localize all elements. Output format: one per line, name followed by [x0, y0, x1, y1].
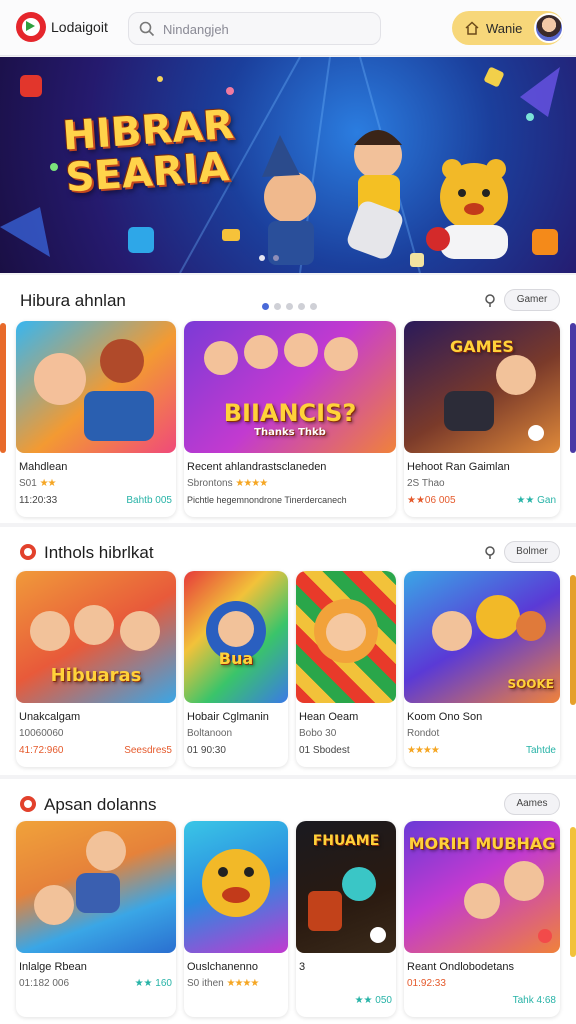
game-stats: 01 90:30 [187, 745, 226, 756]
game-rating: ★★★★ [407, 745, 440, 756]
game-thumbnail: BIIANCIS? Thanks Thkb [184, 321, 396, 453]
brand-name: Lodaigoit [51, 19, 108, 35]
section-header: Inthols hibrlkat [20, 543, 154, 565]
game-card[interactable]: Inlalge Rbean 01:182 006 ★★ 160 [16, 821, 176, 1017]
game-meta: 2S Thao [407, 478, 445, 489]
game-card[interactable]: SOOKE Koom Ono Son Rondot ★★★★ Tahtde [404, 571, 560, 767]
game-title: Hobair Cglmanin [187, 711, 269, 723]
game-badge: Seesdres5 [124, 745, 172, 756]
section-apsan-dolanns: Apsan dolanns Aames Inlalge Rbean 01:182… [0, 779, 576, 1024]
game-meta: 01:92:33 [407, 978, 446, 989]
carousel-next-peek [570, 827, 576, 957]
thumbnail-logo: MORIH MUBHAG [408, 834, 556, 853]
game-meta: S01 ★★ [19, 478, 57, 489]
thumbnail-logo: SOOKE [507, 677, 554, 691]
carousel-prev-peek [0, 323, 6, 453]
game-title: Mahdlean [19, 461, 68, 473]
game-thumbnail [184, 821, 288, 953]
game-title: 3 [299, 961, 306, 973]
game-card[interactable]: Hibuaras Unakcalgam 10060060 41:72:960 S… [16, 571, 176, 767]
section-more-button[interactable]: Aames [504, 793, 560, 815]
game-thumbnail: MORIH MUBHAG [404, 821, 560, 953]
game-card[interactable]: Ouslchanenno S0 ithen ★★★★ [184, 821, 288, 1017]
thumbnail-logo: FHUAME [312, 833, 380, 849]
game-stats: 11:20:33 [19, 495, 58, 506]
search-icon [139, 21, 155, 37]
hero-title: HIBRAR SEARIA [61, 101, 236, 202]
section-more-button[interactable]: Gamer [504, 289, 560, 311]
user-name: Wanie [486, 21, 523, 36]
thumbnail-logo: Bua [218, 649, 254, 668]
game-meta: Bobo 30 [299, 728, 337, 739]
hero-banner[interactable]: HIBRAR SEARIA [0, 57, 576, 273]
game-badge: ★★ Gan [516, 495, 556, 506]
carousel-next-peek [570, 323, 576, 453]
section-icon [20, 544, 36, 560]
game-title: Koom Ono Son [407, 711, 483, 723]
game-badge: ★★ 050 [354, 995, 392, 1006]
section-title: Hibura ahnlan [20, 291, 126, 310]
game-thumbnail: FHUAME [296, 821, 396, 953]
game-title: Inlalge Rbean [19, 961, 87, 973]
section-icon [20, 796, 36, 812]
game-stats: ★★06 005 [407, 495, 456, 506]
game-thumbnail [296, 571, 396, 703]
section-hibura-ahnlan: Hibura ahnlan Gamer Mahdlean S01 ★★ 11:2… [0, 275, 576, 523]
section-more-button[interactable]: Bolmer [504, 541, 560, 563]
game-thumbnail: GAMES [404, 321, 560, 453]
app-logo-icon[interactable] [16, 12, 46, 42]
section-title: Inthols hibrlkat [44, 543, 154, 562]
location-pin-icon[interactable] [484, 546, 496, 560]
game-badge: Bahtb 005 [126, 495, 172, 506]
section-header: Apsan dolanns [20, 795, 156, 817]
game-meta: Boltanoon [187, 728, 233, 739]
carousel-pager[interactable] [262, 297, 322, 310]
game-thumbnail [16, 321, 176, 453]
game-card[interactable]: BIIANCIS? Thanks Thkb Recent ahlandrasts… [184, 321, 396, 517]
game-thumbnail: Hibuaras [16, 571, 176, 703]
section-title: Apsan dolanns [44, 795, 157, 814]
game-thumbnail: SOOKE [404, 571, 560, 703]
thumbnail-logo: BIIANCIS? [223, 399, 357, 427]
game-meta: S0 ithen ★★★★ [187, 978, 259, 989]
game-card[interactable]: Bua Hobair Cglmanin Boltanoon 01 90:30 [184, 571, 288, 767]
game-meta: 10060060 [19, 728, 64, 739]
game-title: Hean Oeam [299, 711, 359, 723]
avatar[interactable] [534, 13, 564, 43]
game-card[interactable]: MORIH MUBHAG Reant Ondlobodetans 01:92:3… [404, 821, 560, 1017]
game-card[interactable]: Mahdlean S01 ★★ 11:20:33 Bahtb 005 [16, 321, 176, 517]
game-stats: Pichtle hegemnondrone Tinerdercanech [187, 495, 347, 505]
game-title: Recent ahlandrastsclaneden [187, 461, 327, 473]
game-title: Hehoot Ran Gaimlan [407, 461, 510, 473]
top-app-bar: Lodaigoit Nindangjeh Wanie [0, 0, 576, 56]
section-header: Hibura ahnlan [20, 291, 126, 313]
location-pin-icon[interactable] [484, 294, 496, 308]
home-icon [465, 21, 479, 35]
game-stats: 01 Sbodest [299, 745, 350, 756]
search-placeholder: Nindangjeh [163, 22, 229, 37]
game-badge: Tahk 4:68 [512, 995, 556, 1006]
thumbnail-logo: Hibuaras [50, 665, 142, 686]
game-badge: Tahtde [525, 745, 556, 756]
game-thumbnail [16, 821, 176, 953]
game-title: Unakcalgam [19, 711, 81, 723]
game-meta: Rondot [407, 728, 440, 739]
game-badge: ★★ 160 [134, 978, 172, 989]
game-card[interactable]: FHUAME 3 ★★ 050 [296, 821, 396, 1017]
game-stats: 41:72:960 [19, 745, 64, 756]
carousel-next-peek [570, 575, 576, 705]
thumbnail-logo: GAMES [450, 337, 514, 356]
game-meta: 01:182 006 [19, 978, 70, 989]
game-title: Reant Ondlobodetans [407, 961, 515, 973]
game-meta: Sbrontons ★★★★ [187, 478, 268, 489]
game-title: Ouslchanenno [187, 961, 258, 973]
user-menu-button[interactable]: Wanie [452, 11, 564, 45]
game-card[interactable]: GAMES Hehoot Ran Gaimlan 2S Thao ★★06 00… [404, 321, 560, 517]
game-thumbnail: Bua [184, 571, 288, 703]
thumbnail-sub: Thanks Thkb [254, 427, 326, 438]
game-card[interactable]: Hean Oeam Bobo 30 01 Sbodest [296, 571, 396, 767]
section-inthols-hibrlkat: Inthols hibrlkat Bolmer Hibuaras Unakcal… [0, 527, 576, 775]
search-input[interactable]: Nindangjeh [128, 12, 381, 45]
